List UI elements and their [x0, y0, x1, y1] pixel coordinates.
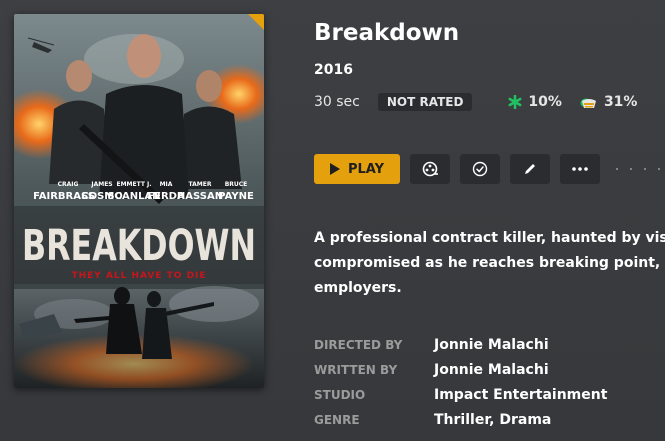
poster-cast-6-last: PAYNE: [218, 191, 254, 202]
credit-row-genre: GENRE Thriller, Drama: [314, 407, 607, 432]
poster-cast-1-first: CRAIG: [58, 181, 79, 188]
credit-label: GENRE: [314, 412, 360, 427]
writer-link[interactable]: Jonnie Malachi: [434, 362, 549, 378]
splat-icon: [508, 95, 522, 109]
movie-year: 2016: [314, 62, 353, 78]
summary-line: compromised as he reaches breaking point…: [314, 255, 665, 271]
poster-cast-2-first: JAMES: [90, 181, 112, 188]
movie-summary: A professional contract killer, haunted …: [314, 226, 665, 301]
poster-cast-5-first: TAMER: [189, 181, 212, 188]
play-icon: [329, 163, 340, 175]
edit-button[interactable]: [510, 154, 550, 184]
audience-score: 31%: [580, 94, 638, 110]
movie-poster[interactable]: CRAIG FAIRBRASS JAMES COSMO EMMETT J. SC…: [14, 14, 264, 388]
credits-list: DIRECTED BY Jonnie Malachi WRITTEN BY Jo…: [314, 332, 607, 432]
more-options-button[interactable]: [560, 154, 600, 184]
studio-link[interactable]: Impact Entertainment: [434, 387, 607, 403]
play-button-label: PLAY: [347, 161, 385, 177]
poster-tagline: THEY ALL HAVE TO DIE: [71, 271, 206, 281]
audience-score-value: 31%: [603, 94, 638, 110]
credit-row-studio: STUDIO Impact Entertainment: [314, 382, 607, 407]
credit-label: WRITTEN BY: [314, 362, 398, 377]
credit-label: STUDIO: [314, 387, 366, 402]
poster-artwork: CRAIG FAIRBRASS JAMES COSMO EMMETT J. SC…: [14, 14, 264, 388]
check-circle-icon: [472, 161, 488, 177]
poster-cast-4-first: MIA: [160, 181, 173, 188]
credit-row-writer: WRITTEN BY Jonnie Malachi: [314, 357, 607, 382]
critic-score-value: 10%: [528, 94, 562, 110]
overflow-indicator: [616, 168, 665, 170]
popcorn-icon: [580, 98, 596, 108]
movie-detail-page: CRAIG FAIRBRASS JAMES COSMO EMMETT J. SC…: [0, 0, 665, 441]
details-panel: Breakdown 2016 30 sec NOT RATED 10% 31% …: [314, 0, 665, 441]
poster-cast-3-first: EMMETT J.: [116, 181, 151, 188]
movie-duration: 30 sec: [314, 94, 360, 110]
content-rating-badge: NOT RATED: [377, 93, 473, 111]
credit-row-director: DIRECTED BY Jonnie Malachi: [314, 332, 607, 357]
critic-score: 10%: [508, 94, 562, 110]
summary-line: employers.: [314, 280, 402, 296]
director-link[interactable]: Jonnie Malachi: [434, 337, 549, 353]
trailer-button[interactable]: [410, 154, 450, 184]
summary-line: A professional contract killer, haunted …: [314, 230, 665, 246]
ellipsis-icon: [572, 167, 588, 171]
meta-row: 30 sec NOT RATED 10% 31%: [314, 92, 637, 112]
play-button[interactable]: PLAY: [314, 154, 400, 184]
poster-title: BREAKDOWN: [22, 221, 256, 271]
poster-corner-badge: [248, 14, 264, 30]
genre-link[interactable]: Thriller, Drama: [434, 412, 551, 428]
film-reel-icon: [422, 161, 438, 177]
poster-cast-6-first: BRUCE: [225, 181, 248, 188]
mark-watched-button[interactable]: [460, 154, 500, 184]
credit-label: DIRECTED BY: [314, 337, 403, 352]
poster-cast-5-last: HASSAN: [177, 191, 223, 202]
pencil-icon: [525, 164, 535, 174]
action-bar: PLAY: [314, 154, 665, 184]
movie-title: Breakdown: [314, 20, 460, 46]
